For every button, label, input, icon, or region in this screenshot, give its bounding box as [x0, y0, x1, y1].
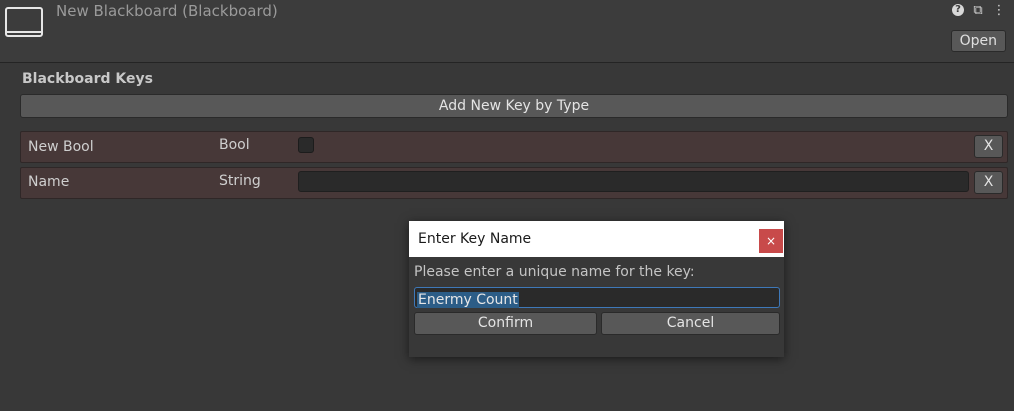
cancel-button[interactable]: Cancel: [601, 312, 780, 335]
more-vert-icon[interactable]: ⋮: [992, 3, 1006, 18]
inspector-header: New Blackboard (Blackboard) ? ⧉ ⋮ Open: [0, 0, 1014, 62]
confirm-button[interactable]: Confirm: [414, 312, 597, 335]
close-icon[interactable]: ×: [759, 229, 783, 253]
key-name-input[interactable]: Enermy Count: [414, 287, 780, 308]
section-title: Blackboard Keys: [22, 71, 153, 87]
add-new-key-button[interactable]: Add New Key by Type: [20, 94, 1008, 118]
key-name-input-text: Enermy Count: [417, 292, 519, 308]
remove-key-button[interactable]: X: [974, 171, 1003, 194]
remove-key-button[interactable]: X: [974, 135, 1003, 158]
key-type: Bool: [219, 137, 250, 153]
dialog-prompt: Please enter a unique name for the key:: [414, 264, 695, 280]
dialog-titlebar: Enter Key Name ×: [409, 221, 784, 257]
key-name: Name: [28, 174, 70, 190]
string-value-field[interactable]: [298, 171, 969, 192]
bool-checkbox[interactable]: [298, 137, 314, 153]
dialog-title: Enter Key Name: [418, 231, 532, 247]
open-button[interactable]: Open: [950, 30, 1006, 52]
help-icon[interactable]: ?: [952, 4, 964, 16]
sliders-icon[interactable]: ⧉: [971, 3, 985, 18]
key-type: String: [219, 173, 261, 189]
enter-key-name-dialog: Enter Key Name × Please enter a unique n…: [409, 221, 784, 357]
blackboard-asset-icon: [5, 7, 43, 37]
key-name: New Bool: [28, 139, 94, 155]
asset-title: New Blackboard (Blackboard): [56, 2, 278, 20]
header-icons: ? ⧉ ⋮: [952, 3, 1006, 18]
key-row-new-bool: New Bool Bool X: [20, 131, 1008, 163]
key-row-name: Name String X: [20, 167, 1008, 199]
header-divider: [0, 62, 1014, 63]
